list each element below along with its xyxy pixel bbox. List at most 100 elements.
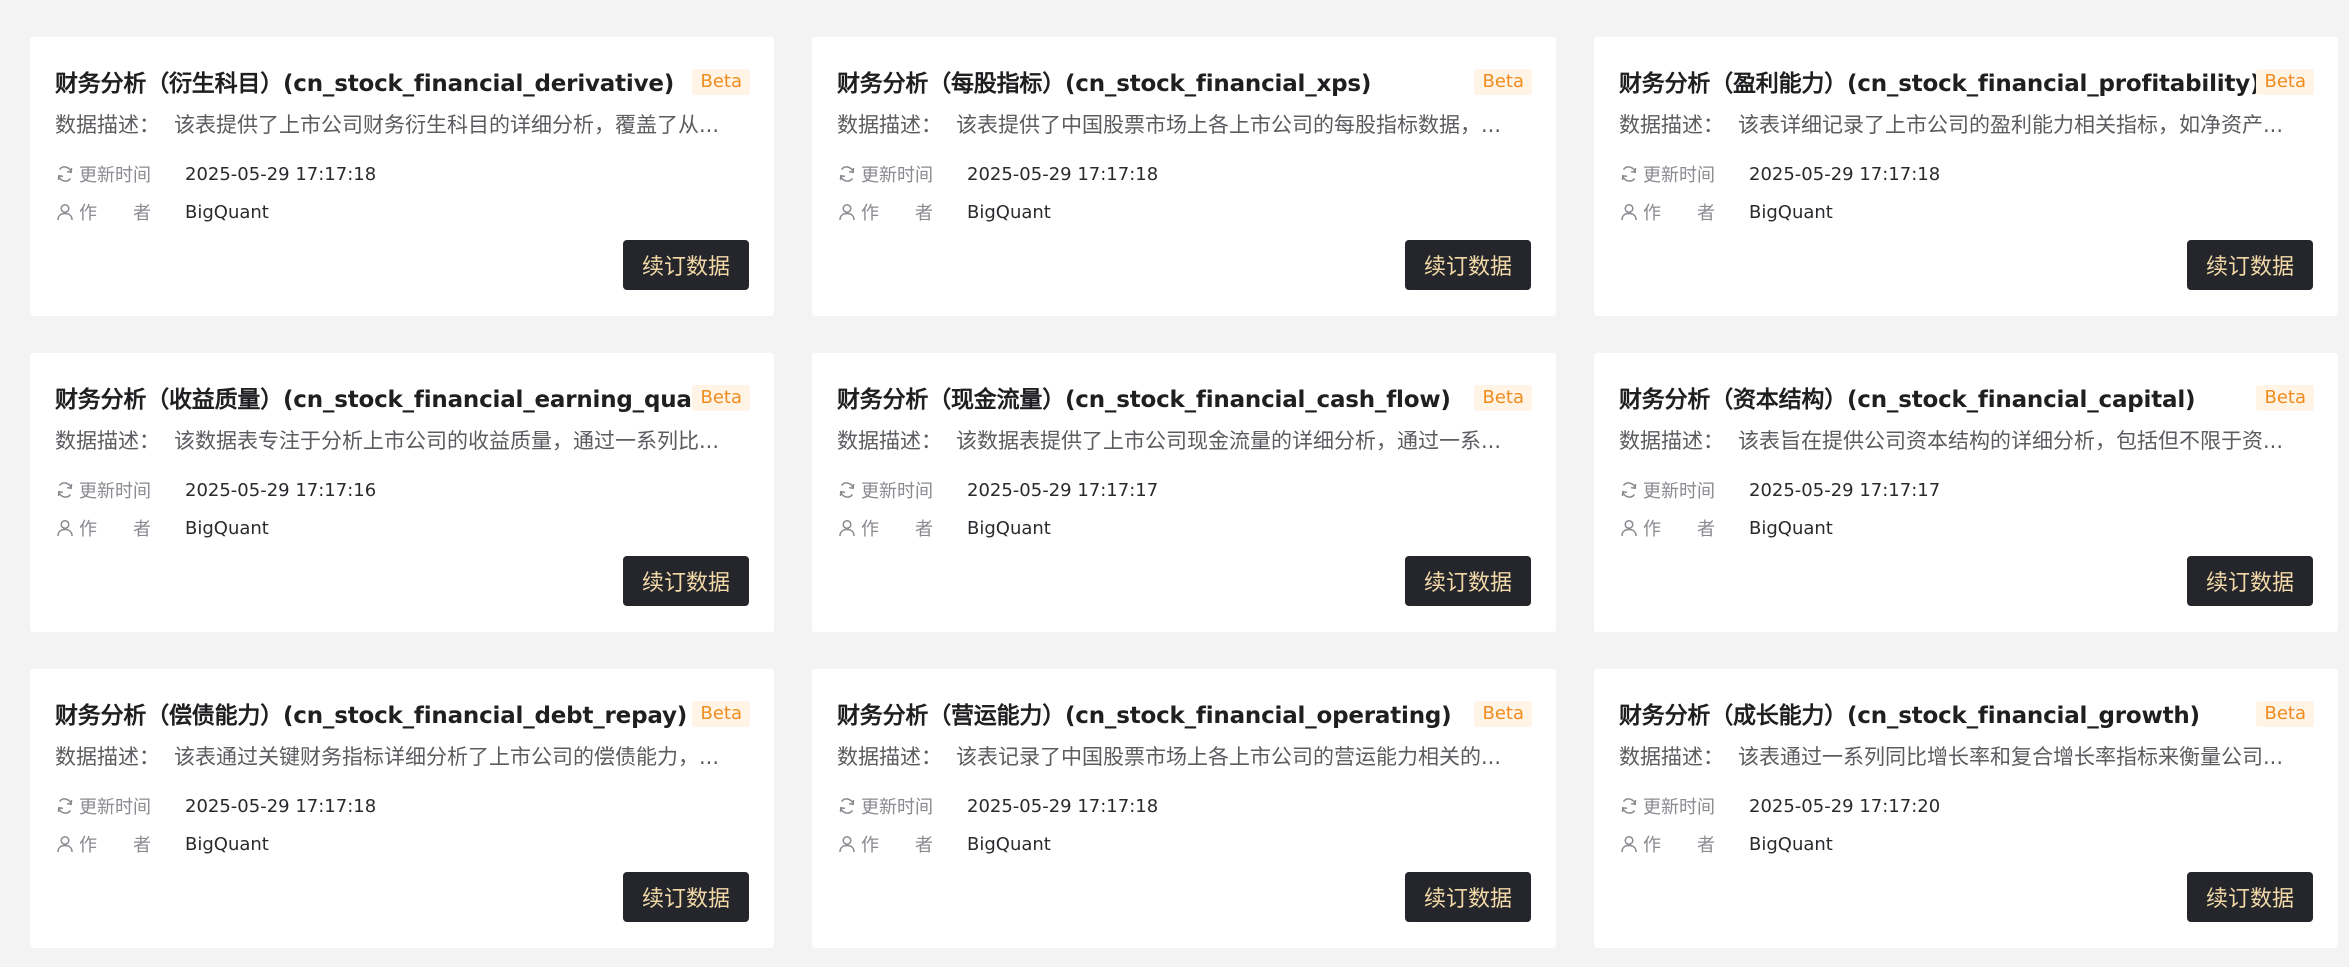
card-description: 数据描述： 该表提供了中国股票市场上各上市公司的每股指标数据，... xyxy=(837,109,1527,139)
refresh-icon xyxy=(55,796,75,816)
renew-data-button[interactable]: 续订数据 xyxy=(1405,872,1531,922)
card-title[interactable]: 财务分析（营运能力）(cn_stock_financial_operating) xyxy=(837,696,1477,730)
card-description: 数据描述： 该数据表专注于分析上市公司的收益质量，通过一系列比... xyxy=(55,425,745,455)
author-value: BigQuant xyxy=(1749,517,1833,539)
author-value: BigQuant xyxy=(967,833,1051,855)
update-time-row: 更新时间 2025-05-29 17:17:18 xyxy=(837,793,1158,819)
update-time-row: 更新时间 2025-05-29 17:17:17 xyxy=(837,477,1158,503)
description-text: 该表提供了上市公司财务衍生科目的详细分析，覆盖了从... xyxy=(174,113,720,137)
update-time-value: 2025-05-29 17:17:18 xyxy=(1749,163,1941,185)
renew-data-button[interactable]: 续订数据 xyxy=(1405,556,1531,606)
card-title[interactable]: 财务分析（每股指标）(cn_stock_financial_xps) xyxy=(837,64,1477,98)
author-row: 作 者 BigQuant xyxy=(837,199,1051,225)
renew-data-button[interactable]: 续订数据 xyxy=(1405,240,1531,290)
beta-badge: Beta xyxy=(1474,385,1532,411)
author-value: BigQuant xyxy=(185,833,269,855)
author-value: BigQuant xyxy=(967,201,1051,223)
author-row: 作 者 BigQuant xyxy=(55,515,269,541)
card-title[interactable]: 财务分析（盈利能力）(cn_stock_financial_profitabil… xyxy=(1619,64,2259,98)
dataset-card[interactable]: 财务分析（现金流量）(cn_stock_financial_cash_flow)… xyxy=(812,353,1556,632)
update-time-row: 更新时间 2025-05-29 17:17:18 xyxy=(55,161,376,187)
author-row: 作 者 BigQuant xyxy=(1619,515,1833,541)
author-row: 作 者 BigQuant xyxy=(1619,831,1833,857)
beta-badge: Beta xyxy=(2256,385,2314,411)
refresh-icon xyxy=(1619,164,1639,184)
beta-badge: Beta xyxy=(692,701,750,727)
card-title[interactable]: 财务分析（衍生科目）(cn_stock_financial_derivative… xyxy=(55,64,695,98)
card-title[interactable]: 财务分析（现金流量）(cn_stock_financial_cash_flow) xyxy=(837,380,1477,414)
author-label: 作 者 xyxy=(861,835,933,856)
renew-data-button[interactable]: 续订数据 xyxy=(623,872,749,922)
description-text: 该表通过关键财务指标详细分析了上市公司的偿债能力，... xyxy=(174,745,720,769)
author-label: 作 者 xyxy=(861,203,933,224)
dataset-card[interactable]: 财务分析（成长能力）(cn_stock_financial_growth) Be… xyxy=(1594,669,2338,948)
dataset-card[interactable]: 财务分析（营运能力）(cn_stock_financial_operating)… xyxy=(812,669,1556,948)
beta-badge: Beta xyxy=(2256,701,2314,727)
update-time-value: 2025-05-29 17:17:16 xyxy=(185,479,377,501)
author-label: 作 者 xyxy=(1643,519,1715,540)
renew-data-button[interactable]: 续订数据 xyxy=(2187,872,2313,922)
user-icon xyxy=(837,834,857,854)
description-text: 该表旨在提供公司资本结构的详细分析，包括但不限于资... xyxy=(1738,429,2284,453)
renew-data-button[interactable]: 续订数据 xyxy=(623,240,749,290)
update-time-label: 更新时间 xyxy=(861,165,933,186)
user-icon xyxy=(1619,202,1639,222)
author-row: 作 者 BigQuant xyxy=(837,515,1051,541)
dataset-card[interactable]: 财务分析（收益质量）(cn_stock_financial_earning_qu… xyxy=(30,353,774,632)
dataset-card[interactable]: 财务分析（衍生科目）(cn_stock_financial_derivative… xyxy=(30,37,774,316)
refresh-icon xyxy=(837,164,857,184)
update-time-label: 更新时间 xyxy=(1643,797,1715,818)
description-label: 数据描述： xyxy=(1619,113,1724,137)
author-label: 作 者 xyxy=(1643,835,1715,856)
refresh-icon xyxy=(837,796,857,816)
card-title[interactable]: 财务分析（资本结构）(cn_stock_financial_capital) xyxy=(1619,380,2259,414)
beta-badge: Beta xyxy=(692,69,750,95)
update-time-row: 更新时间 2025-05-29 17:17:20 xyxy=(1619,793,1940,819)
update-time-value: 2025-05-29 17:17:18 xyxy=(967,163,1159,185)
refresh-icon xyxy=(837,480,857,500)
dataset-card[interactable]: 财务分析（偿债能力）(cn_stock_financial_debt_repay… xyxy=(30,669,774,948)
update-time-value: 2025-05-29 17:17:17 xyxy=(1749,479,1941,501)
refresh-icon xyxy=(55,164,75,184)
description-text: 该数据表提供了上市公司现金流量的详细分析，通过一系... xyxy=(956,429,1502,453)
user-icon xyxy=(837,202,857,222)
renew-data-button[interactable]: 续订数据 xyxy=(623,556,749,606)
description-label: 数据描述： xyxy=(837,429,942,453)
author-label: 作 者 xyxy=(861,519,933,540)
update-time-label: 更新时间 xyxy=(861,481,933,502)
card-description: 数据描述： 该表旨在提供公司资本结构的详细分析，包括但不限于资... xyxy=(1619,425,2309,455)
beta-badge: Beta xyxy=(1474,701,1532,727)
card-description: 数据描述： 该表通过一系列同比增长率和复合增长率指标来衡量公司... xyxy=(1619,741,2309,771)
author-value: BigQuant xyxy=(1749,201,1833,223)
update-time-label: 更新时间 xyxy=(1643,481,1715,502)
update-time-label: 更新时间 xyxy=(1643,165,1715,186)
author-value: BigQuant xyxy=(967,517,1051,539)
author-row: 作 者 BigQuant xyxy=(55,199,269,225)
update-time-row: 更新时间 2025-05-29 17:17:18 xyxy=(55,793,376,819)
author-row: 作 者 BigQuant xyxy=(1619,199,1833,225)
card-title[interactable]: 财务分析（收益质量）(cn_stock_financial_earning_qu… xyxy=(55,380,695,414)
renew-data-button[interactable]: 续订数据 xyxy=(2187,240,2313,290)
description-label: 数据描述： xyxy=(55,745,160,769)
description-label: 数据描述： xyxy=(55,429,160,453)
author-label: 作 者 xyxy=(79,203,151,224)
author-row: 作 者 BigQuant xyxy=(55,831,269,857)
description-text: 该表通过一系列同比增长率和复合增长率指标来衡量公司... xyxy=(1738,745,2284,769)
user-icon xyxy=(1619,834,1639,854)
dataset-card[interactable]: 财务分析（资本结构）(cn_stock_financial_capital) B… xyxy=(1594,353,2338,632)
update-time-label: 更新时间 xyxy=(79,797,151,818)
user-icon xyxy=(837,518,857,538)
description-label: 数据描述： xyxy=(837,745,942,769)
dataset-card[interactable]: 财务分析（每股指标）(cn_stock_financial_xps) Beta … xyxy=(812,37,1556,316)
card-description: 数据描述： 该表记录了中国股票市场上各上市公司的营运能力相关的... xyxy=(837,741,1527,771)
update-time-value: 2025-05-29 17:17:18 xyxy=(185,795,377,817)
card-title[interactable]: 财务分析（偿债能力）(cn_stock_financial_debt_repay… xyxy=(55,696,695,730)
refresh-icon xyxy=(1619,796,1639,816)
card-title[interactable]: 财务分析（成长能力）(cn_stock_financial_growth) xyxy=(1619,696,2259,730)
description-label: 数据描述： xyxy=(1619,429,1724,453)
card-description: 数据描述： 该表详细记录了上市公司的盈利能力相关指标，如净资产... xyxy=(1619,109,2309,139)
update-time-label: 更新时间 xyxy=(79,165,151,186)
description-label: 数据描述： xyxy=(1619,745,1724,769)
dataset-card[interactable]: 财务分析（盈利能力）(cn_stock_financial_profitabil… xyxy=(1594,37,2338,316)
renew-data-button[interactable]: 续订数据 xyxy=(2187,556,2313,606)
